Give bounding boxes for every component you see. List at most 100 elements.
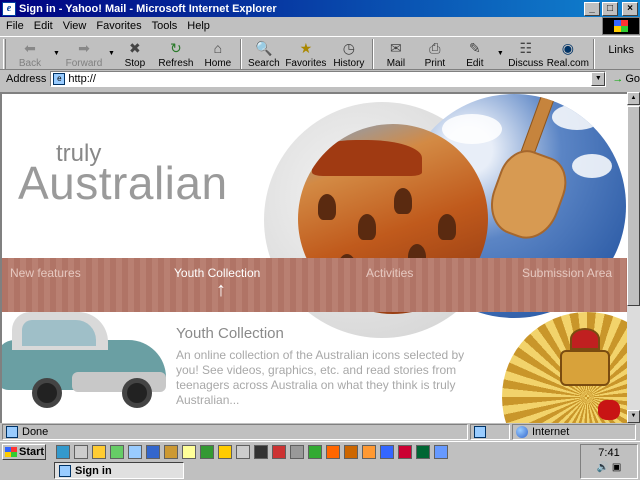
network-icon	[474, 426, 486, 438]
links-toolbar[interactable]: Links	[608, 44, 634, 56]
quicklaunch-app-icon[interactable]	[344, 445, 358, 459]
security-zone-panel: Internet	[512, 424, 636, 440]
back-arrow-icon: ⬅	[24, 39, 36, 56]
nav-youth-collection[interactable]: Youth Collection	[174, 266, 260, 280]
menu-view[interactable]: View	[63, 20, 87, 32]
search-button[interactable]: 🔍 Search	[245, 37, 283, 70]
windows-flag-icon	[614, 20, 628, 32]
address-dropdown-icon[interactable]: ▼	[591, 72, 606, 86]
edit-dropdown-icon[interactable]: ▼	[497, 50, 504, 57]
status-text: Done	[22, 426, 49, 438]
quicklaunch-app-icon[interactable]	[128, 445, 142, 459]
menu-help[interactable]: Help	[187, 20, 210, 32]
scroll-down-button[interactable]: ▼	[627, 410, 640, 423]
menu-bar: File Edit View Favorites Tools Help	[0, 17, 600, 35]
home-icon: ⌂	[213, 40, 223, 56]
quicklaunch-app-icon[interactable]	[164, 445, 178, 459]
quicklaunch-app-icon[interactable]	[398, 445, 412, 459]
nav-new-features[interactable]: New features	[10, 266, 81, 280]
forward-button[interactable]: ➡ Forward	[62, 37, 106, 70]
print-button[interactable]: ⎙ Print	[415, 37, 455, 70]
scroll-up-button[interactable]: ▲	[627, 92, 640, 105]
scroll-thumb[interactable]	[627, 106, 640, 306]
menu-favorites[interactable]: Favorites	[96, 20, 141, 32]
status-progress-panel	[470, 424, 510, 440]
zone-label: Internet	[532, 426, 570, 438]
quicklaunch-desktop-icon[interactable]	[74, 445, 88, 459]
kangaroo-shape	[318, 194, 336, 220]
menu-edit[interactable]: Edit	[34, 20, 53, 32]
stop-icon: ✖	[129, 39, 141, 56]
quicklaunch-app-icon[interactable]	[416, 445, 430, 459]
windows-flag-icon	[5, 447, 17, 457]
mail-button[interactable]: ✉ Mail	[377, 37, 415, 70]
favorites-button[interactable]: ★ Favorites	[283, 37, 329, 70]
quicklaunch-app-icon[interactable]	[182, 445, 196, 459]
quicklaunch-app-icon[interactable]	[434, 445, 448, 459]
refresh-button[interactable]: ↻ Refresh	[153, 37, 199, 70]
clock[interactable]: 7:41	[581, 447, 637, 459]
start-button[interactable]: Start	[2, 444, 46, 460]
section-title: Youth Collection	[176, 325, 284, 342]
ie-page-icon	[59, 464, 71, 477]
quicklaunch-app-icon[interactable]	[200, 445, 214, 459]
print-label: Print	[424, 58, 446, 69]
stop-button[interactable]: ✖ Stop	[117, 37, 153, 70]
car-wheel	[122, 378, 152, 408]
quicklaunch-outlook-icon[interactable]	[92, 445, 106, 459]
go-button[interactable]: → Go	[612, 73, 640, 85]
quicklaunch-channels-icon[interactable]	[110, 445, 124, 459]
ie-icon[interactable]: e	[2, 1, 16, 16]
crown-base	[560, 350, 610, 386]
quicklaunch-app-icon[interactable]	[218, 445, 232, 459]
back-label: Back	[18, 58, 42, 69]
quicklaunch-word-icon[interactable]	[146, 445, 160, 459]
tray-icons[interactable]: 🔊 ▣	[581, 462, 637, 473]
realcom-button[interactable]: ◉ Real.com	[546, 37, 590, 70]
page-icon: e	[53, 73, 66, 85]
back-button[interactable]: ⬅ Back	[9, 37, 51, 70]
menu-tools[interactable]: Tools	[152, 20, 178, 32]
status-text-panel: Done	[2, 424, 468, 440]
quicklaunch-app-icon[interactable]	[236, 445, 250, 459]
quicklaunch-app-icon[interactable]	[308, 445, 322, 459]
nav-submission-area[interactable]: Submission Area	[522, 266, 612, 280]
quicklaunch-app-icon[interactable]	[254, 445, 268, 459]
close-button[interactable]: ×	[622, 1, 638, 16]
discuss-button[interactable]: ☷ Discuss	[506, 37, 546, 70]
printer-icon: ⎙	[429, 39, 441, 56]
go-arrow-icon: →	[612, 73, 624, 85]
edit-button[interactable]: ✎ Edit	[455, 37, 495, 70]
search-label: Search	[248, 58, 280, 69]
history-button[interactable]: ◷ History	[329, 37, 369, 70]
address-input[interactable]: e http:// ▼	[50, 71, 607, 87]
refresh-label: Refresh	[158, 58, 194, 69]
quicklaunch-app-icon[interactable]	[326, 445, 340, 459]
mail-label: Mail	[386, 58, 406, 69]
toolbar-separator	[371, 39, 374, 69]
quicklaunch-app-icon[interactable]	[362, 445, 376, 459]
back-dropdown-icon[interactable]: ▼	[53, 50, 60, 57]
vertical-scrollbar[interactable]: ▲ ▼	[627, 92, 640, 423]
globe-icon	[516, 426, 528, 438]
discuss-label: Discuss	[508, 58, 544, 69]
maximize-button[interactable]: □	[602, 1, 618, 16]
nav-activities[interactable]: Activities	[366, 266, 413, 280]
address-value[interactable]: http://	[68, 73, 96, 85]
quicklaunch-ie-icon[interactable]	[56, 445, 70, 459]
quicklaunch-app-icon[interactable]	[380, 445, 394, 459]
toolbar-grip[interactable]	[3, 39, 6, 69]
menu-file[interactable]: File	[6, 20, 24, 32]
quicklaunch-app-icon[interactable]	[272, 445, 286, 459]
minimize-button[interactable]: _	[584, 1, 600, 16]
quicklaunch-app-icon[interactable]	[290, 445, 304, 459]
rising-sun-emblem-image	[494, 300, 627, 423]
forward-label: Forward	[65, 58, 103, 69]
home-button[interactable]: ⌂ Home	[199, 37, 237, 69]
refresh-icon: ↻	[170, 39, 182, 56]
taskbar-window-button[interactable]: Sign in	[54, 462, 184, 479]
task-label: Sign in	[75, 464, 112, 477]
forward-dropdown-icon[interactable]: ▼	[108, 50, 115, 57]
system-tray: 7:41 🔊 ▣	[580, 444, 638, 479]
status-bar: Done Internet	[0, 423, 640, 441]
